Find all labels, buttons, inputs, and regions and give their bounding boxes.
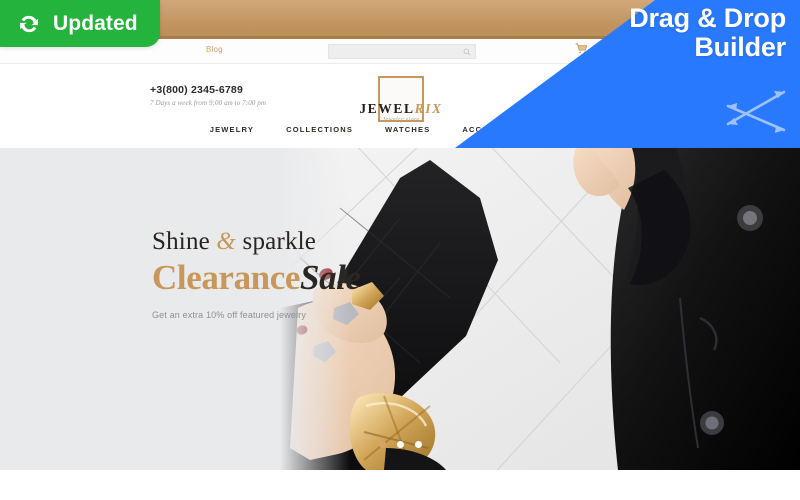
main-navigation: JEWELRY COLLECTIONS WATCHES ACCESSORIES …: [0, 125, 800, 134]
template-preview-screenshot: Blog My Cart (0 +3(800) 2345-6789 7 Days…: [0, 0, 800, 500]
site-header: +3(800) 2345-6789 7 Days a week from 9:0…: [0, 64, 800, 166]
nav-item-watches[interactable]: WATCHES: [385, 125, 430, 134]
working-hours: 7 Days a week from 9:00 am to 7:00 pm: [150, 99, 267, 107]
cart-label: My Cart (0: [592, 44, 628, 53]
hero-headline-line1: Shine & sparkle: [152, 228, 412, 256]
carousel-dot-1[interactable]: [378, 441, 386, 448]
hero-subtitle: Get an extra 10% off featured jewelry: [152, 310, 306, 320]
hero-headline-clearance: Clearance: [152, 258, 301, 297]
logo-word-accent: RIX: [414, 101, 443, 116]
hero-headline-sparkle: sparkle: [236, 228, 317, 255]
hero-banner: Shine & sparkle ClearanceSale Get an ext…: [0, 148, 800, 470]
below-fold-section: [0, 470, 800, 500]
carousel-dots: [0, 441, 800, 448]
contact-block: +3(800) 2345-6789 7 Days a week from 9:0…: [150, 84, 266, 107]
search-icon: [463, 48, 471, 56]
search-input[interactable]: [328, 44, 476, 59]
hero-headline-line2: ClearanceSale: [152, 258, 412, 298]
hero-copy: Shine & sparkle ClearanceSale Get an ext…: [152, 228, 412, 320]
phone-number[interactable]: +3(800) 2345-6789: [150, 84, 266, 96]
nav-item-jewelry[interactable]: JEWELRY: [210, 125, 254, 134]
carousel-dot-2[interactable]: [396, 441, 404, 448]
nav-item-accessories[interactable]: ACCESSORIES: [462, 125, 530, 134]
cart-button[interactable]: My Cart (0: [575, 43, 627, 54]
carousel-dot-3[interactable]: [414, 441, 422, 448]
updated-label: Updated: [53, 11, 138, 35]
updated-badge: Updated: [0, 0, 160, 47]
nav-item-collections[interactable]: COLLECTIONS: [286, 125, 353, 134]
refresh-sync-icon: [20, 15, 38, 32]
site-logo[interactable]: JEWELRIX Jewelry store: [340, 76, 462, 123]
logo-wordmark: JEWELRIX: [359, 101, 442, 117]
utility-links: Blog: [206, 45, 223, 54]
nav-item-gifts[interactable]: GIFTS: [562, 125, 590, 134]
logo-word-primary: JEWEL: [359, 101, 415, 116]
utility-link-blog[interactable]: Blog: [206, 45, 223, 54]
shopping-cart-icon: [575, 43, 588, 54]
hero-headline-shine: Shine: [152, 228, 217, 255]
hero-headline-sale: Sale: [300, 258, 361, 297]
hero-ampersand: &: [216, 228, 237, 255]
logo-tagline: Jewelry store: [382, 117, 420, 123]
